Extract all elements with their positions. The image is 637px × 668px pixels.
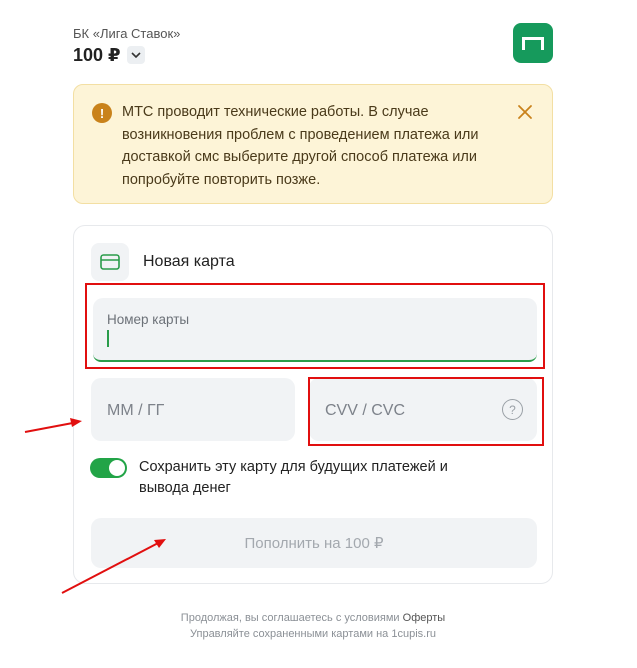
new-card-title: Новая карта bbox=[143, 253, 235, 270]
save-card-toggle[interactable] bbox=[90, 458, 127, 478]
terms-line: Продолжая, вы соглашаетесь с условиями О… bbox=[0, 610, 626, 626]
manage-cards-text: Управляйте сохраненными картами на 1cupi… bbox=[190, 628, 436, 640]
card-number-label: Номер карты bbox=[107, 312, 190, 327]
merchant-name: БК «Лига Ставок» bbox=[73, 26, 181, 41]
merchant-info: БК «Лига Ставок» 100 ₽ bbox=[73, 26, 180, 66]
expiry-date-input[interactable]: ММ / ГГ bbox=[91, 378, 295, 441]
save-card-label: Сохранить эту карту для будущих платежей… bbox=[139, 459, 448, 496]
amount-row: 100 ₽ bbox=[73, 44, 180, 66]
top-up-button[interactable]: Пополнить на 100 ₽ bbox=[91, 518, 537, 568]
brand-logo bbox=[513, 23, 553, 63]
question-mark-icon[interactable]: ? bbox=[502, 399, 523, 420]
text-caret bbox=[107, 330, 109, 347]
terms-text: Продолжая, вы соглашаетесь с условиями bbox=[180, 612, 400, 624]
notice-text: МТС проводит технические работы. В случа… bbox=[122, 104, 479, 188]
payment-amount: 100 ₽ bbox=[73, 45, 121, 65]
offer-link[interactable]: Оферты bbox=[403, 612, 446, 624]
expiry-placeholder: ММ / ГГ bbox=[107, 402, 165, 419]
footer: Продолжая, вы соглашаетесь с условиями О… bbox=[0, 610, 626, 642]
logo-mark-icon bbox=[522, 37, 544, 50]
close-icon[interactable] bbox=[514, 101, 536, 123]
card-icon-box bbox=[91, 243, 129, 281]
chevron-down-icon bbox=[130, 52, 141, 58]
card-number-input[interactable]: Номер карты bbox=[93, 298, 537, 362]
amount-dropdown-button[interactable] bbox=[126, 46, 145, 64]
cvv-input[interactable]: CVV / CVC ? bbox=[309, 378, 537, 441]
maintenance-notice: ! МТС проводит технические работы. В слу… bbox=[73, 84, 553, 204]
warning-icon: ! bbox=[92, 103, 112, 123]
card-form: Новая карта Номер карты ММ / ГГ CVV / CV… bbox=[73, 225, 553, 584]
toggle-knob bbox=[109, 460, 125, 476]
cvv-placeholder: CVV / CVC bbox=[325, 402, 406, 419]
credit-card-icon bbox=[100, 254, 120, 270]
